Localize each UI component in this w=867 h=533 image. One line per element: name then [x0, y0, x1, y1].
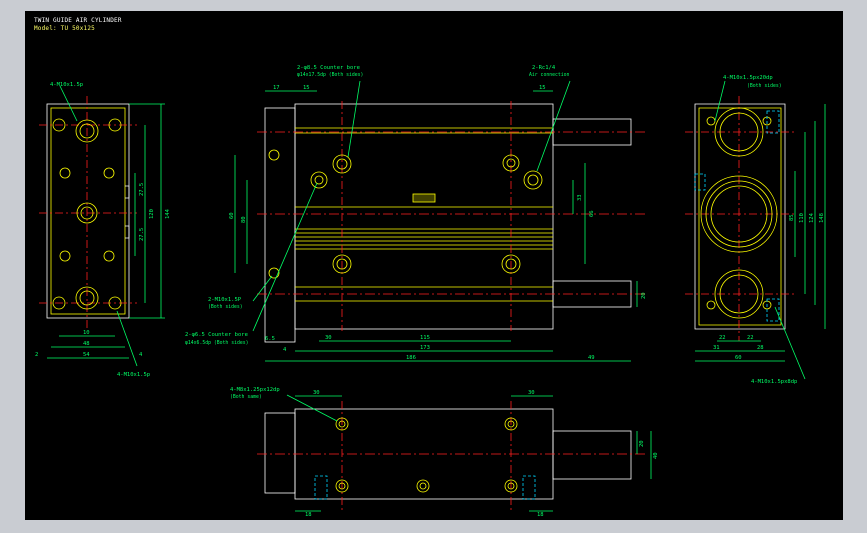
note-front-lower-b: (Both sides)	[208, 304, 243, 310]
right-view-dims	[695, 80, 826, 380]
dim-front-15a: 15	[303, 85, 310, 91]
dim-front-115: 115	[420, 335, 430, 341]
note-front-cb2-b: φ14x6.5dp (Both sides)	[185, 340, 249, 346]
dim-front-49: 49	[588, 355, 595, 361]
viewer-frame: TWIN GUIDE AIR CYLINDER Model: TU 50x125	[0, 0, 867, 533]
dim-front-17: 17	[273, 85, 280, 91]
dim-front-66: 66	[589, 210, 595, 217]
dim-right-22a: 22	[719, 335, 726, 341]
note-front-cb2-a: 2-φ6.5 Counter bore	[185, 332, 248, 338]
front-body	[294, 103, 554, 330]
dim-left-48: 48	[83, 341, 90, 347]
note-front-port-b: Air connection	[529, 72, 570, 78]
dim-front-4: 4	[283, 347, 287, 353]
dim-bottom-18a: 18	[305, 512, 312, 518]
bottom-end-plate	[264, 412, 296, 494]
note-left-bottom: 4-M10x1.5p	[117, 372, 150, 378]
dim-bottom-20: 20	[639, 440, 645, 447]
left-view-dims	[47, 85, 165, 367]
dim-front-15b: 15	[539, 85, 546, 91]
note-front-cb-b: φ14x17.5dp (Both sides)	[297, 72, 363, 78]
dim-left-120: 120	[149, 209, 155, 219]
dim-right-124: 124	[809, 212, 815, 223]
dim-front-33: 33	[577, 194, 583, 201]
dim-right-85: 85	[789, 214, 795, 221]
note-left-top: 4-M10x1.5p	[50, 82, 83, 88]
right-view-hidden	[694, 110, 780, 322]
left-view-inner	[50, 107, 126, 315]
dim-left-27-5a: 27.5	[139, 183, 145, 196]
front-view: 17 15 15 30 115 173 186 49 6.5 4 60 80 3…	[185, 65, 647, 362]
dim-right-22b: 22	[747, 335, 754, 341]
dim-front-173: 173	[420, 345, 430, 351]
dim-right-110: 110	[799, 213, 805, 223]
bottom-rod	[552, 430, 632, 480]
dim-bottom-30a: 30	[313, 390, 320, 396]
name-plate	[412, 193, 436, 203]
dim-bottom-40: 40	[653, 452, 659, 459]
left-end-view: 10 48 54 2 4 27.5 27.5 120 144 4-M10x1.5…	[35, 82, 171, 378]
dim-left-4: 4	[139, 352, 143, 358]
dim-front-80: 80	[241, 216, 247, 223]
dim-right-31: 31	[713, 345, 720, 351]
dim-bottom-30b: 30	[528, 390, 535, 396]
bottom-view: 30 30 18 18 20 40 4-M8x1.25px12dp (Both …	[230, 387, 659, 518]
front-lines	[295, 127, 553, 302]
dim-right-148: 148	[819, 213, 825, 223]
bottom-holes	[335, 417, 518, 493]
note-front-cb-a: 2-φ8.5 Counter bore	[297, 65, 360, 71]
dim-left-10: 10	[83, 330, 90, 336]
dim-left-54: 54	[83, 352, 90, 358]
dim-front-186: 186	[406, 355, 416, 361]
dim-front-60: 60	[229, 212, 235, 219]
cad-drawing: 10 48 54 2 4 27.5 27.5 120 144 4-M10x1.5…	[35, 65, 826, 518]
dim-bottom-18b: 18	[537, 512, 544, 518]
note-bottom-a: 4-M8x1.25px12dp	[230, 387, 280, 393]
dim-right-28: 28	[757, 345, 764, 351]
note-front-lower-a: 2-M10x1.5P	[208, 297, 242, 303]
note-right-top-a: 4-M10x1.5px20dp	[723, 75, 773, 81]
right-view-outline	[694, 103, 786, 330]
dim-front-20: 20	[641, 292, 647, 299]
note-right-bottom: 4-M10x1.5px8dp	[751, 379, 797, 385]
front-end-plate	[264, 107, 296, 343]
dim-right-60: 60	[735, 355, 742, 361]
dim-front-6-5: 6.5	[265, 336, 275, 342]
note-right-top-b: (Both sides)	[747, 83, 782, 89]
dim-left-27-5b: 27.5	[139, 228, 145, 241]
cad-canvas[interactable]: TWIN GUIDE AIR CYLINDER Model: TU 50x125	[25, 11, 843, 520]
dim-front-30: 30	[325, 335, 332, 341]
dim-left-2: 2	[35, 352, 38, 358]
left-view-outline	[46, 103, 130, 319]
note-front-port-a: 2-Rc1/4	[532, 65, 556, 71]
right-end-view: 22 22 31 28 60 85 110 124 148 4-M10x1.5p…	[685, 75, 826, 385]
note-bottom-b: (Both same)	[230, 394, 262, 400]
dim-left-144: 144	[165, 208, 171, 219]
